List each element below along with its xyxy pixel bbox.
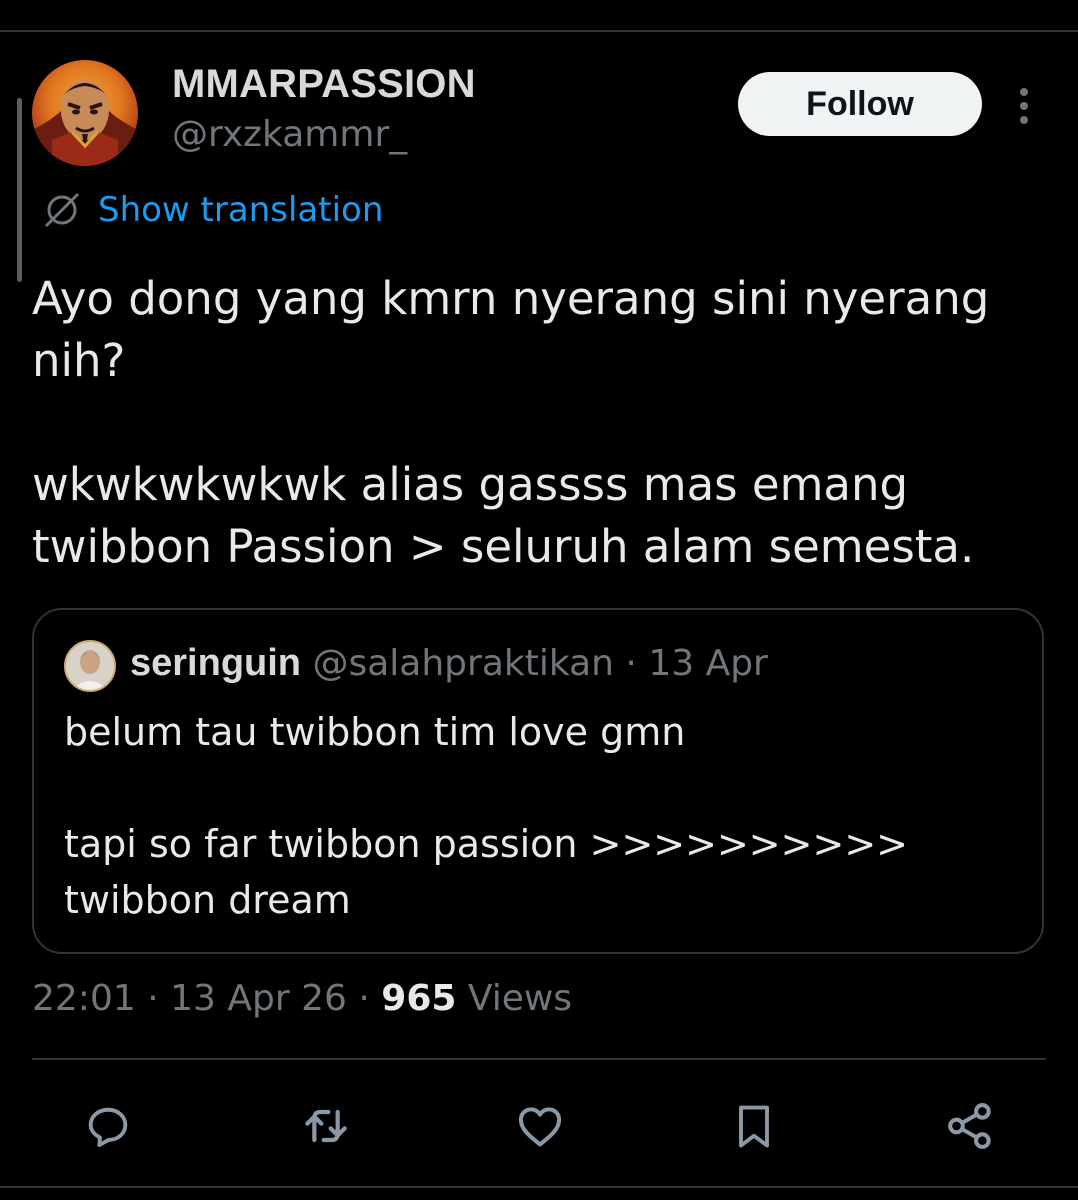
share-button[interactable] [942, 1098, 998, 1154]
views-label: Views [467, 978, 573, 1019]
quote-header: seringuin @salahpraktikan · 13 Apr [130, 642, 768, 685]
views-count: 965 [381, 978, 457, 1019]
tweet-meta: 22:01 · 13 Apr 26 · 965 Views [32, 978, 572, 1019]
follow-button[interactable]: Follow [738, 72, 982, 136]
like-icon [518, 1107, 562, 1147]
more-options-button[interactable] [1006, 84, 1042, 128]
quote-text-line: belum tau twibbon tim love gmn [64, 710, 686, 754]
actions-divider [32, 1058, 1046, 1060]
meta-separator: · [358, 978, 370, 1019]
more-vertical-icon [1020, 88, 1028, 124]
reply-icon [88, 1107, 128, 1148]
quote-author-avatar [64, 640, 116, 692]
tweet-date[interactable]: 13 Apr 26 [170, 978, 347, 1019]
author-avatar[interactable] [32, 60, 138, 166]
quote-author-handle: @salahpraktikan [312, 643, 614, 684]
quote-text: belum tau twibbon tim love gmn tapi so f… [64, 704, 1034, 928]
bookmark-icon [739, 1105, 769, 1148]
avatar-portrait-image [32, 80, 138, 166]
translate-icon [44, 192, 80, 228]
author-name[interactable]: MMARPASSION [172, 62, 476, 107]
share-icon [948, 1103, 991, 1149]
retweet-icon [305, 1109, 347, 1143]
quote-avatar-image [66, 642, 114, 690]
tweet-text-line: Ayo dong yang kmrn nyerang sini nyerang … [32, 272, 990, 387]
meta-separator: · [147, 978, 159, 1019]
show-translation-link[interactable]: Show translation [42, 190, 383, 230]
author-handle[interactable]: @rxzkammr_ [172, 114, 407, 155]
bookmark-button[interactable] [726, 1098, 782, 1154]
show-translation-label: Show translation [98, 190, 384, 230]
quote-date: 13 Apr [648, 643, 768, 684]
like-button[interactable] [512, 1098, 568, 1154]
tweet-text-line: wkwkwkwkwk alias gassss mas emang twibbo… [32, 458, 975, 573]
quote-separator: · [625, 643, 637, 684]
retweet-button[interactable] [298, 1098, 354, 1154]
top-divider [0, 30, 1078, 32]
bottom-divider [0, 1186, 1078, 1188]
quote-author-name: seringuin [130, 642, 302, 684]
tweet-text: Ayo dong yang kmrn nyerang sini nyerang … [32, 268, 1032, 578]
reply-button[interactable] [80, 1098, 136, 1154]
quote-text-line: tapi so far twibbon passion >>>>>>>>>> t… [64, 822, 908, 922]
quoted-tweet-card[interactable]: seringuin @salahpraktikan · 13 Apr belum… [32, 608, 1044, 954]
scrollbar-thumb[interactable] [17, 98, 22, 282]
tweet-time[interactable]: 22:01 [32, 978, 136, 1019]
